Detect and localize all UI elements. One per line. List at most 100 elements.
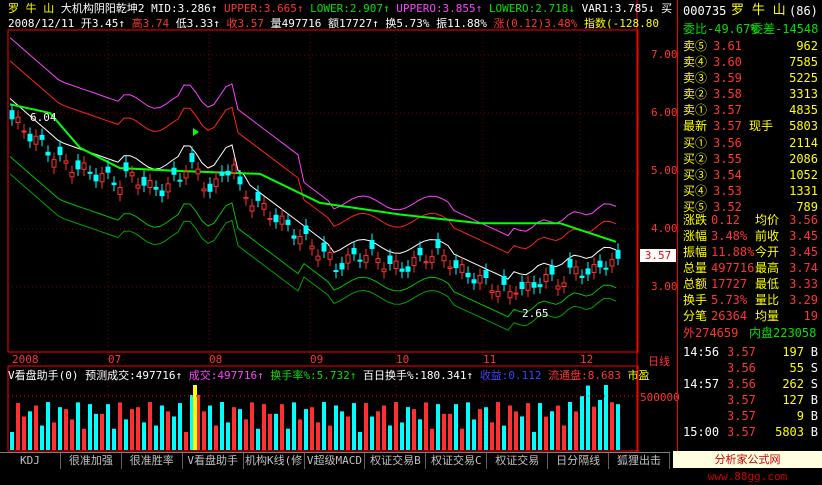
xlabel-2008: 2008 bbox=[12, 353, 39, 366]
candle-body bbox=[255, 191, 261, 201]
price-chart[interactable] bbox=[0, 0, 677, 452]
stat-label-2: 量比 bbox=[755, 293, 780, 307]
buy-row: 买③ 3.54 1052 bbox=[683, 168, 818, 182]
tab-KDJ[interactable]: KDJ bbox=[0, 453, 61, 469]
sub-vol: 成交:497716↑ bbox=[188, 369, 264, 382]
tick-row: 14:57 3.56 262 S bbox=[683, 377, 818, 391]
candle-body bbox=[519, 281, 525, 290]
sell-label: 卖④ bbox=[683, 55, 708, 69]
volume-bar bbox=[340, 411, 344, 450]
var1-value: VAR1:3.785↓ bbox=[581, 2, 655, 15]
tick-vol: 5803 bbox=[775, 425, 804, 439]
volume-bar bbox=[538, 403, 542, 450]
quote-open: 开3.45↑ bbox=[80, 17, 125, 30]
tab-很准加强[interactable]: 很准加强 bbox=[61, 453, 122, 469]
volume-bar bbox=[442, 413, 446, 450]
buy-row: 买① 3.56 2114 bbox=[683, 136, 818, 150]
candle-body bbox=[459, 264, 465, 273]
stat-value-2: 3.33 bbox=[789, 277, 818, 291]
sell-label: 卖② bbox=[683, 87, 708, 101]
volume-bar bbox=[352, 403, 356, 450]
candle-body bbox=[285, 219, 291, 226]
tick-side: B bbox=[810, 409, 818, 423]
volume-bar bbox=[304, 409, 308, 450]
stat-row: 总额 17727 最低 3.33 bbox=[683, 277, 818, 291]
xlabel-12: 12 bbox=[580, 353, 594, 366]
tick-price: 3.57 bbox=[727, 409, 756, 423]
stock-name: 罗 牛 山 bbox=[8, 2, 55, 15]
volume-bar bbox=[454, 404, 458, 450]
sell-price: 3.58 bbox=[713, 87, 742, 101]
weicha: 委差-14548 bbox=[751, 22, 819, 36]
volume-bar bbox=[160, 405, 164, 450]
stat-label: 涨跌 bbox=[683, 213, 708, 227]
candle-body bbox=[219, 171, 225, 176]
candle-body bbox=[471, 279, 477, 284]
tab-机构K线(修[interactable]: 机构K线(修 bbox=[244, 453, 305, 469]
tab-V看盘助手[interactable]: V看盘助手 bbox=[183, 453, 244, 469]
tab-权证交易[interactable]: 权证交易 bbox=[487, 453, 549, 469]
ytick-5: 5.00 bbox=[651, 164, 678, 177]
tab-狐狸出击[interactable]: 狐狸出击 bbox=[609, 453, 670, 469]
buy-price: 3.52 bbox=[713, 200, 742, 214]
buy-label: 买④ bbox=[683, 184, 708, 198]
candle-body bbox=[75, 160, 81, 170]
tick-time: 14:56 bbox=[683, 345, 720, 359]
tab-日分隔线[interactable]: 日分隔线 bbox=[548, 453, 610, 469]
candle-body bbox=[207, 183, 213, 192]
candle-body bbox=[429, 256, 435, 263]
brand-watermark: 分析家公式网 www.88gg.com bbox=[673, 451, 822, 483]
tab-权证交易C[interactable]: 权证交易C bbox=[426, 453, 488, 469]
candle-body bbox=[549, 265, 555, 275]
volume-bar bbox=[610, 402, 614, 450]
sub-title: V看盘助手(0) bbox=[8, 369, 79, 382]
tick-row: 14:56 3.57 197 B bbox=[683, 345, 818, 359]
candle-body bbox=[483, 269, 489, 279]
volume-bar bbox=[82, 428, 86, 450]
volume-bar bbox=[328, 425, 332, 450]
volume-bar bbox=[448, 413, 452, 450]
stat-value-2: 3.45 bbox=[789, 229, 818, 243]
tab-权证交易B[interactable]: 权证交易B bbox=[365, 453, 427, 469]
volume-bar bbox=[388, 425, 392, 450]
sell-label: 卖③ bbox=[683, 71, 708, 85]
tick-side: B bbox=[810, 425, 818, 439]
uppero-line bbox=[9, 37, 617, 237]
sell-row: 卖④ 3.60 7585 bbox=[683, 55, 818, 69]
volume-bar bbox=[280, 404, 284, 450]
stat-label: 涨幅 bbox=[683, 229, 708, 243]
candle-body bbox=[321, 242, 327, 252]
candle-body bbox=[105, 166, 111, 173]
panel-title: 000735 罗 牛 山 (86) bbox=[683, 4, 818, 19]
volume-bar bbox=[334, 405, 338, 450]
volume-bar bbox=[274, 413, 278, 450]
volume-bar bbox=[322, 402, 326, 450]
stock-num: (86) bbox=[789, 4, 818, 18]
candle-body bbox=[327, 252, 333, 260]
volume-bar bbox=[118, 402, 122, 450]
latest-price: 3.57 bbox=[713, 119, 742, 133]
volume-bar bbox=[310, 407, 314, 450]
signal-marker bbox=[193, 128, 199, 136]
uppero-value: UPPERO:3.855↑ bbox=[396, 2, 483, 15]
day-line-label[interactable]: 日线 bbox=[648, 353, 670, 369]
tab-V超级MACD[interactable]: V超级MACD bbox=[305, 453, 366, 469]
outer-inner-row: 外274659 内盘223058 bbox=[683, 326, 818, 340]
candle-body bbox=[279, 215, 285, 225]
volume-bar bbox=[508, 405, 512, 450]
volume-bar bbox=[232, 407, 236, 450]
quote-date: 2008/12/11 bbox=[8, 17, 75, 30]
sub-city: 市盈 bbox=[627, 369, 650, 382]
tab-很准胜率[interactable]: 很准胜率 bbox=[122, 453, 183, 469]
volume-bar bbox=[364, 403, 368, 450]
tick-price: 3.56 bbox=[727, 377, 756, 391]
candle-body bbox=[351, 247, 357, 255]
candle-body bbox=[309, 245, 315, 250]
volume-bar bbox=[58, 407, 62, 450]
volume-bar bbox=[214, 425, 218, 450]
stat-label-2: 均价 bbox=[755, 213, 780, 227]
volume-bar bbox=[46, 402, 50, 450]
upper-value: UPPER:3.665↑ bbox=[223, 2, 304, 15]
volume-bar bbox=[400, 422, 404, 450]
volume-bar bbox=[220, 402, 224, 450]
